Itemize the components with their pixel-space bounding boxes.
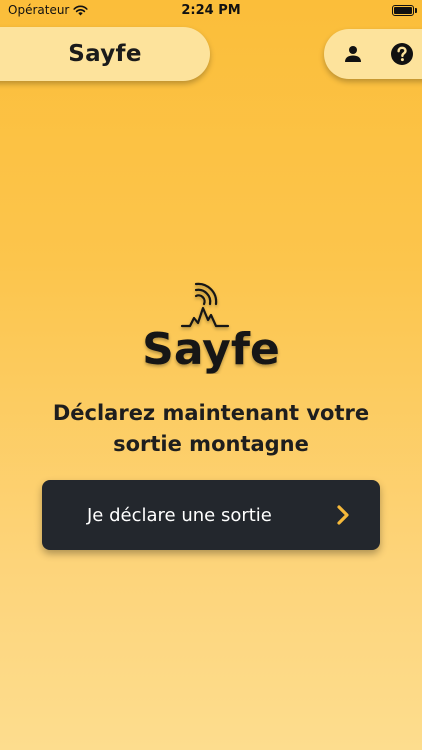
help-icon xyxy=(391,43,413,65)
app-title-pill: Sayfe xyxy=(0,27,210,81)
battery-tip xyxy=(415,8,417,13)
profile-button[interactable] xyxy=(338,39,368,69)
user-icon xyxy=(345,46,361,62)
headline-line-2: sortie montagne xyxy=(113,432,309,456)
chevron-right-icon xyxy=(334,504,352,526)
header-actions xyxy=(324,29,422,79)
declare-outing-button[interactable]: Je déclare une sortie xyxy=(42,480,380,550)
help-button[interactable] xyxy=(387,39,417,69)
logo-wordmark: Sayfe xyxy=(142,324,280,374)
status-bar: Opérateur 2:24 PM xyxy=(0,0,422,22)
headline: Déclarez maintenant votre sortie montagn… xyxy=(20,398,402,460)
declare-outing-label: Je déclare une sortie xyxy=(87,504,272,526)
battery-icon xyxy=(392,5,414,16)
status-time: 2:24 PM xyxy=(181,3,241,18)
headline-line-1: Déclarez maintenant votre xyxy=(52,401,370,425)
sayfe-logo: Sayfe xyxy=(138,282,284,375)
app-title: Sayfe xyxy=(68,41,142,67)
